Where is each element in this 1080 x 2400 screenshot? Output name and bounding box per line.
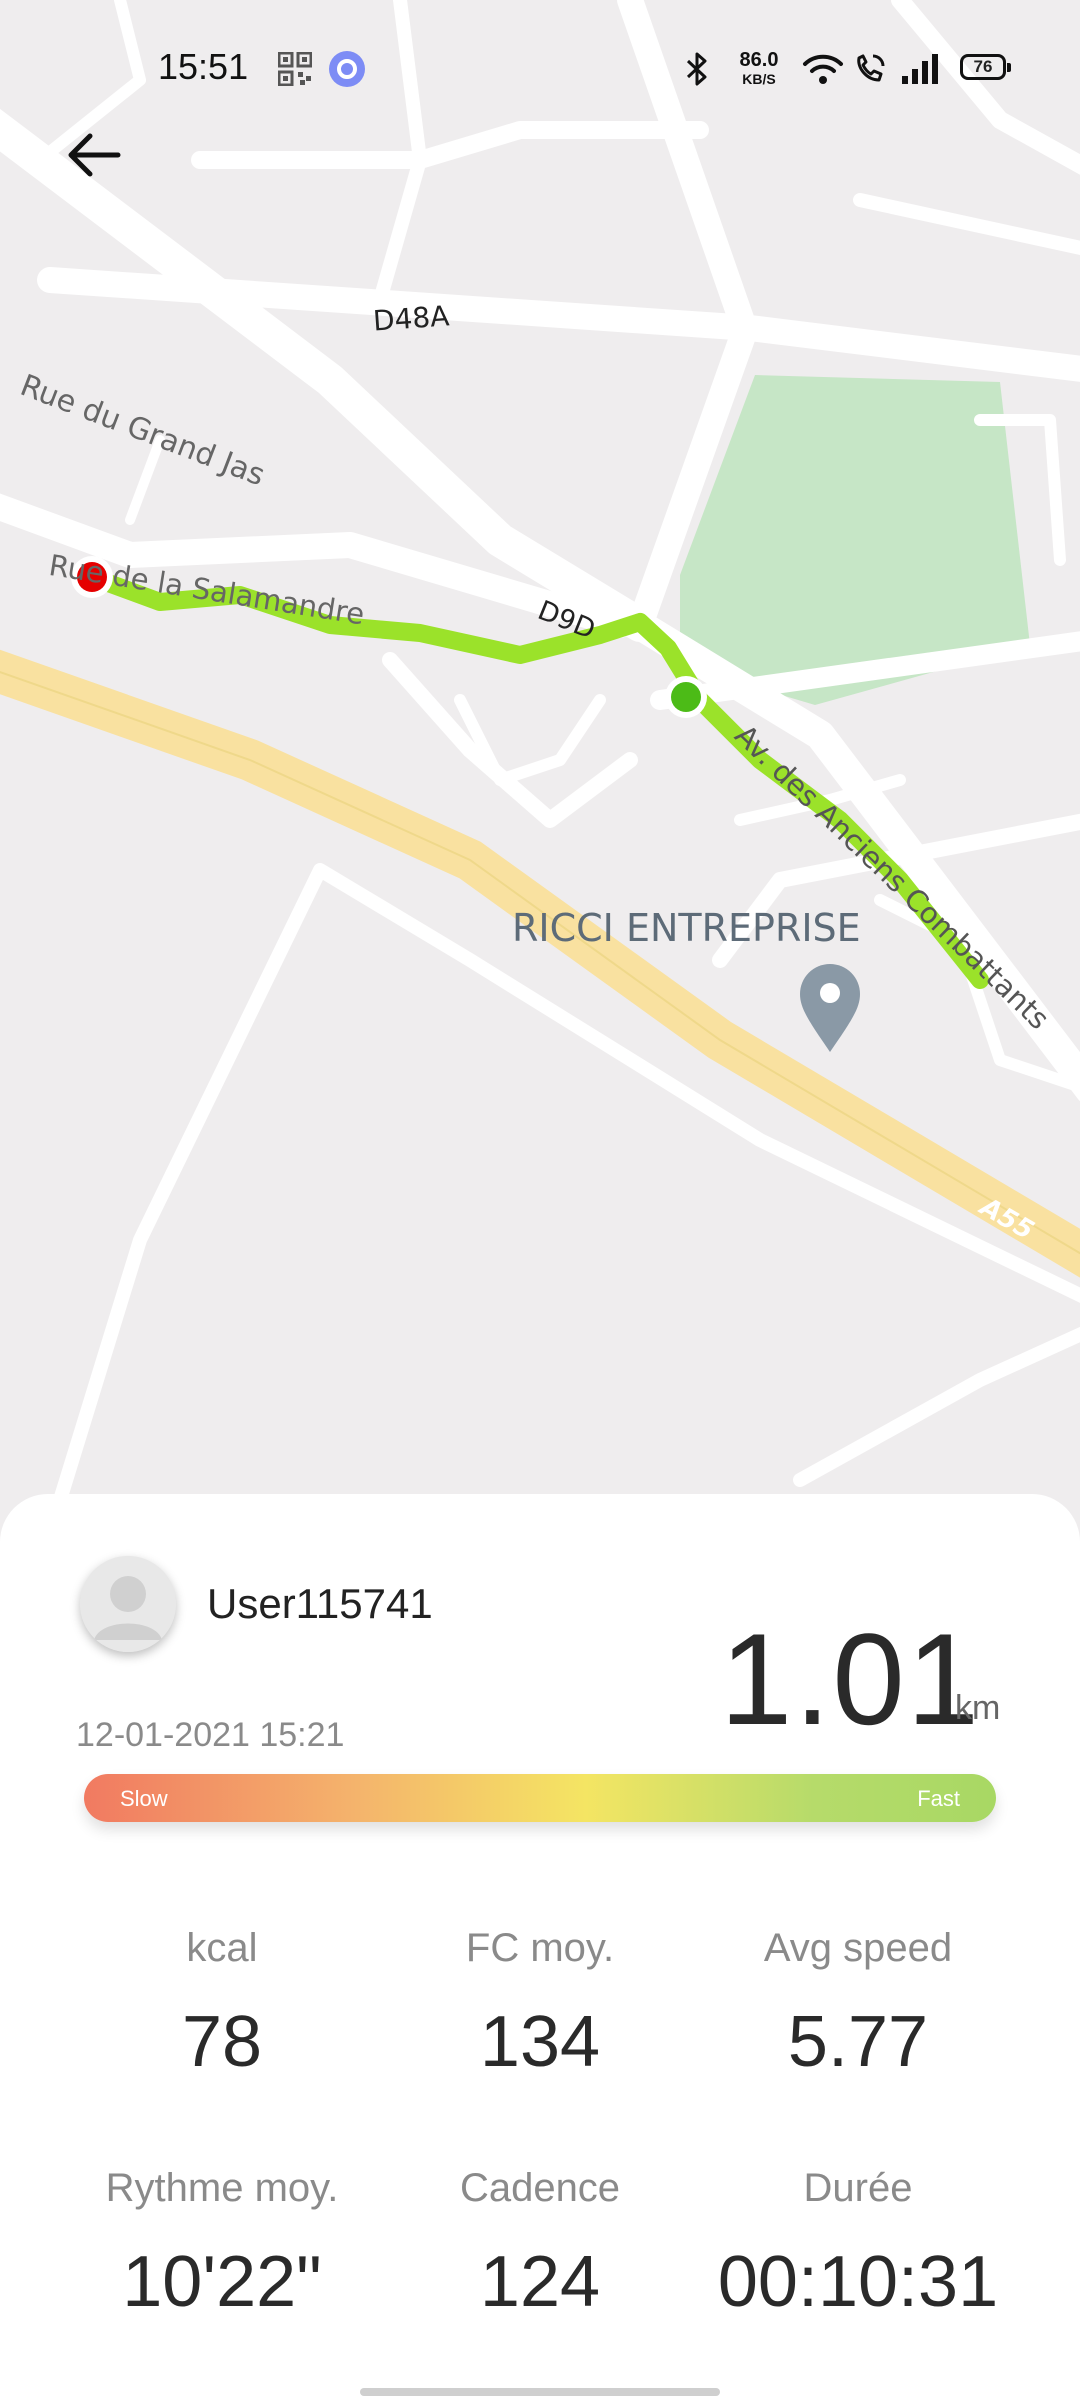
back-button[interactable] <box>60 120 130 190</box>
map-canvas <box>0 0 1080 1560</box>
workout-date: 12-01-2021 15:21 <box>76 1716 345 1754</box>
wifi-calling-icon <box>857 54 885 82</box>
battery-icon: 76 <box>960 54 1011 80</box>
poi-label-ricci[interactable]: RICCI ENTREPRISE <box>512 906 861 950</box>
cell-signal-icon <box>902 54 938 84</box>
user-avatar-icon <box>80 1556 176 1652</box>
stat-value: 10'22" <box>122 2242 322 2322</box>
status-time: 15:51 <box>158 46 249 87</box>
stat-value: 78 <box>181 2002 263 2082</box>
stat-cadence: Cadence 124 <box>380 2166 700 2323</box>
stat-label: Rythme moy. <box>105 2166 339 2210</box>
network-speed: 86.0 KB/S <box>732 50 786 86</box>
wifi-icon <box>803 54 843 84</box>
qr-code-icon <box>278 52 312 86</box>
distance-value: 1.01 <box>720 1606 982 1752</box>
stat-avg-speed: Avg speed 5.77 <box>698 1926 1018 2083</box>
stat-avg-heart-rate: FC moy. 134 <box>380 1926 700 2083</box>
pace-gradient-bar: Slow Fast <box>84 1774 996 1822</box>
stat-value: 134 <box>479 2002 601 2082</box>
stat-label: Durée <box>803 2166 913 2210</box>
stat-value: 124 <box>479 2242 601 2322</box>
username: User115741 <box>207 1580 433 1627</box>
stat-avg-pace: Rythme moy. 10'22" <box>62 2166 382 2323</box>
network-speed-value: 86.0 <box>739 49 779 71</box>
stat-kcal: kcal 78 <box>62 1926 382 2083</box>
arrow-left-icon <box>68 133 121 177</box>
stat-label: kcal <box>186 1926 258 1970</box>
stat-label: Avg speed <box>763 1926 953 1970</box>
stat-duration: Durée 00:10:31 <box>698 2166 1018 2323</box>
bluetooth-icon <box>686 52 707 86</box>
workout-summary-sheet: User115741 1.01 km 12-01-2021 15:21 Slow… <box>0 1494 1080 2400</box>
route-map[interactable]: D48A Rue du Grand Jas Rue de la Salamand… <box>0 0 1080 1560</box>
stat-label: Cadence <box>459 2166 621 2210</box>
stat-label: FC moy. <box>465 1926 615 1970</box>
distance-unit: km <box>955 1689 1001 1727</box>
stat-value: 00:10:31 <box>717 2242 999 2322</box>
road-label-d48a: D48A <box>371 299 451 338</box>
status-bar: 15:51 86.0 KB/S 76 <box>0 0 1080 130</box>
network-speed-unit: KB/S <box>742 71 776 87</box>
pace-slow-label: Slow <box>120 1786 168 1811</box>
app-notification-icon <box>329 51 365 87</box>
pace-fast-label: Fast <box>917 1786 960 1811</box>
avatar[interactable] <box>80 1556 176 1652</box>
stat-value: 5.77 <box>787 2002 929 2082</box>
home-indicator[interactable] <box>360 2388 720 2396</box>
